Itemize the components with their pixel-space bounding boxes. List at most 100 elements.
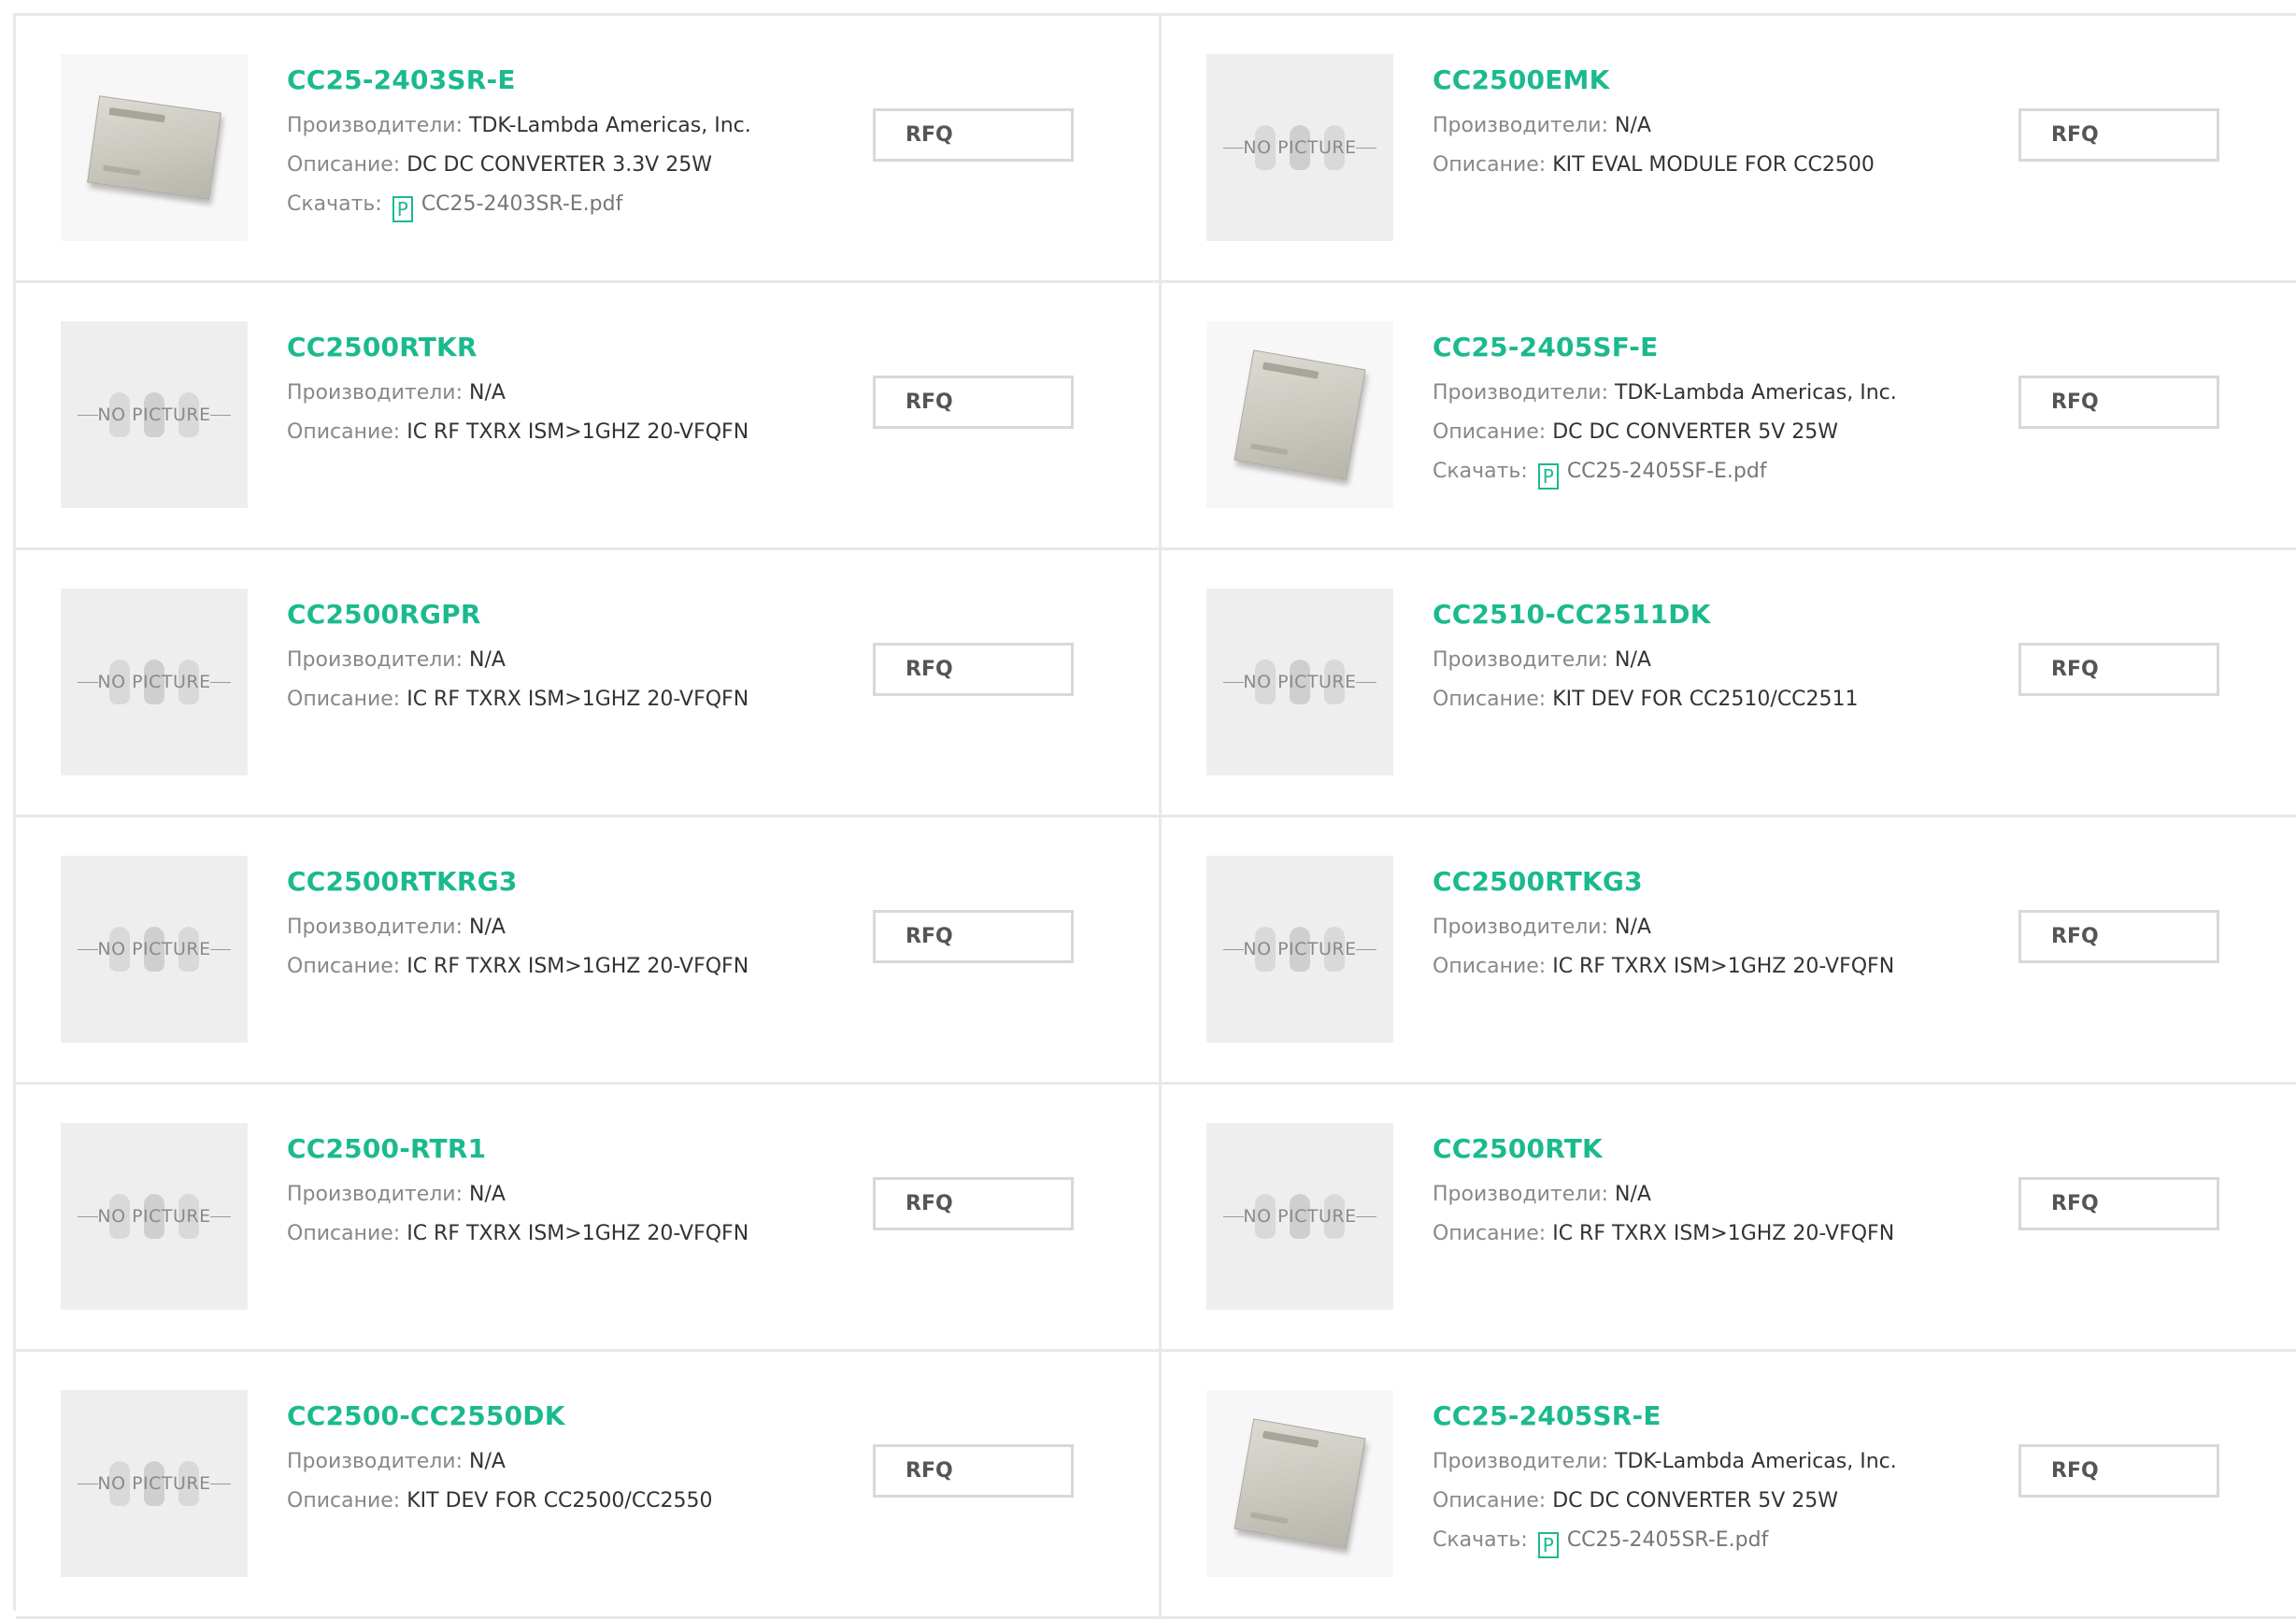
product-title-link[interactable]: CC2500RTKRG3 [287,866,518,897]
manufacturer-label: Производители: [1433,114,1609,137]
pdf-file-icon[interactable]: P [392,196,413,222]
no-picture-placeholder: NO PICTURE [1223,654,1376,710]
product-image[interactable]: NO PICTURE [61,589,248,775]
description-label: Описание: [1433,1489,1547,1512]
rfq-button[interactable]: RFQ [873,376,1074,429]
placeholder-line [210,682,231,683]
product-title-link[interactable]: CC2510-CC2511DK [1433,599,1711,630]
manufacturer-label: Производители: [1433,1450,1609,1473]
no-picture-text: NO PICTURE [97,672,211,692]
description-label: Описание: [1433,420,1547,444]
rfq-button[interactable]: RFQ [873,910,1074,963]
description-label: Описание: [1433,1222,1547,1245]
placeholder-line [1223,682,1244,683]
placeholder-line [1223,148,1244,149]
rfq-button[interactable]: RFQ [2018,1177,2219,1230]
no-picture-text: NO PICTURE [97,939,211,959]
placeholder-line [210,949,231,950]
manufacturer-label: Производители: [287,1450,463,1473]
product-title-link[interactable]: CC2500RTKG3 [1433,866,1643,897]
product-card: CC25-2403SR-E Производители: TDK-Lambda … [16,16,1162,283]
product-title-link[interactable]: CC2500EMK [1433,64,1610,95]
no-picture-text: NO PICTURE [1243,137,1357,158]
manufacturer-value: N/A [1615,648,1651,672]
product-title-link[interactable]: CC2500RTK [1433,1133,1603,1164]
manufacturer-value: N/A [1615,916,1651,939]
rfq-button[interactable]: RFQ [2018,910,2219,963]
pdf-file-icon[interactable]: P [1537,1532,1559,1558]
download-label: Скачать: [287,192,382,216]
no-picture-text: NO PICTURE [97,405,211,425]
product-card: CC25-2405SF-E Производители: TDK-Lambda … [1162,283,2296,550]
description-label: Описание: [1433,955,1547,978]
product-image[interactable] [61,54,248,241]
manufacturer-label: Производители: [1433,916,1609,939]
placeholder-line [210,1216,231,1217]
product-title-link[interactable]: CC25-2403SR-E [287,64,516,95]
placeholder-line [210,415,231,416]
product-title-link[interactable]: CC2500RTKR [287,332,478,362]
no-picture-text: NO PICTURE [1243,939,1357,959]
product-image[interactable]: NO PICTURE [61,321,248,508]
product-card: NO PICTURE CC2500RTKR Производители: N/A… [16,283,1162,550]
description-value: IC RF TXRX ISM>1GHZ 20-VFQFN [1552,1222,1895,1245]
product-title-link[interactable]: CC2500-CC2550DK [287,1400,565,1431]
download-label: Скачать: [1433,460,1528,483]
manufacturer-value: N/A [1615,114,1651,137]
product-title-link[interactable]: CC2500-RTR1 [287,1133,486,1164]
datasheet-link[interactable]: CC25-2405SF-E.pdf [1567,460,1767,483]
no-picture-placeholder: NO PICTURE [1223,921,1376,977]
manufacturer-value: TDK-Lambda Americas, Inc. [1615,381,1897,405]
description-label: Описание: [1433,688,1547,711]
product-image[interactable]: NO PICTURE [61,1123,248,1310]
product-image[interactable]: NO PICTURE [61,1390,248,1577]
no-picture-placeholder: NO PICTURE [78,1456,231,1512]
placeholder-line [78,1216,98,1217]
description-value: IC RF TXRX ISM>1GHZ 20-VFQFN [1552,955,1895,978]
pdf-file-icon[interactable]: P [1537,463,1559,490]
placeholder-line [1223,949,1244,950]
product-image[interactable]: NO PICTURE [1206,54,1393,241]
no-picture-placeholder: NO PICTURE [78,921,231,977]
product-card: NO PICTURE CC2510-CC2511DK Производители… [1162,550,2296,817]
description-label: Описание: [1433,153,1547,177]
product-title-link[interactable]: CC25-2405SF-E [1433,332,1658,362]
rfq-button[interactable]: RFQ [2018,108,2219,162]
product-image[interactable] [1206,1390,1393,1577]
description-label: Описание: [287,688,401,711]
download-row: Скачать: P CC25-2405SF-E.pdf [1433,458,2287,490]
rfq-button[interactable]: RFQ [873,1177,1074,1230]
manufacturer-label: Производители: [287,916,463,939]
datasheet-link[interactable]: CC25-2403SR-E.pdf [421,192,623,216]
manufacturer-value: N/A [469,381,506,405]
product-card: NO PICTURE CC2500EMK Производители: N/A … [1162,16,2296,283]
product-image[interactable] [1206,321,1393,508]
datasheet-link[interactable]: CC25-2405SR-E.pdf [1567,1528,1769,1552]
no-picture-text: NO PICTURE [1243,672,1357,692]
product-image[interactable]: NO PICTURE [1206,856,1393,1043]
description-label: Описание: [287,1489,401,1512]
rfq-button[interactable]: RFQ [873,1444,1074,1498]
rfq-button[interactable]: RFQ [2018,1444,2219,1498]
product-image[interactable]: NO PICTURE [1206,589,1393,775]
product-card: NO PICTURE CC2500RTKRG3 Производители: N… [16,817,1162,1085]
product-image[interactable]: NO PICTURE [61,856,248,1043]
product-card: NO PICTURE CC2500RTK Производители: N/A … [1162,1085,2296,1352]
rfq-button[interactable]: RFQ [2018,376,2219,429]
manufacturer-value: TDK-Lambda Americas, Inc. [469,114,751,137]
manufacturer-value: N/A [469,648,506,672]
product-image[interactable]: NO PICTURE [1206,1123,1393,1310]
rfq-button[interactable]: RFQ [2018,643,2219,696]
placeholder-line [1356,1216,1376,1217]
product-title-link[interactable]: CC2500RGPR [287,599,481,630]
product-title-link[interactable]: CC25-2405SR-E [1433,1400,1661,1431]
rfq-button[interactable]: RFQ [873,108,1074,162]
description-value: KIT DEV FOR CC2510/CC2511 [1552,688,1859,711]
description-label: Описание: [287,955,401,978]
manufacturer-value: N/A [469,1450,506,1473]
placeholder-line [1356,949,1376,950]
product-card: NO PICTURE CC2500-CC2550DK Производители… [16,1352,1162,1619]
rfq-button[interactable]: RFQ [873,643,1074,696]
description-value: DC DC CONVERTER 5V 25W [1552,420,1838,444]
no-picture-placeholder: NO PICTURE [78,654,231,710]
